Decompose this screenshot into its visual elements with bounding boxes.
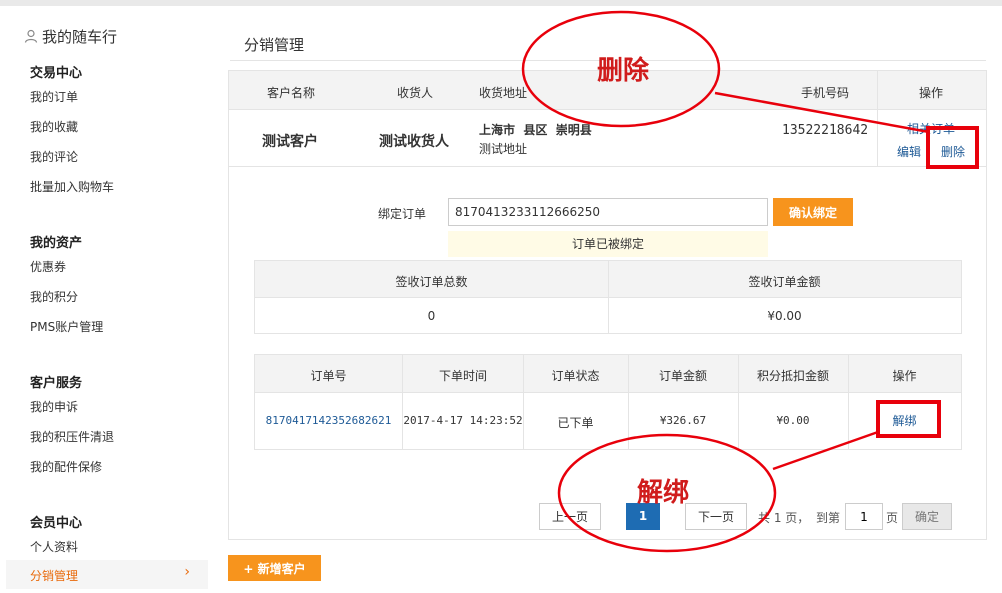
next-page-button[interactable]: 下一页	[685, 503, 747, 530]
sidebar-heading-assets: 我的资产	[30, 236, 83, 251]
customer-name: 测试客户	[262, 134, 318, 150]
goto-page-text: 到第	[816, 511, 841, 525]
address-region: 上海市 县区 崇明县	[479, 123, 592, 137]
bind-order-label: 绑定订单	[378, 207, 427, 221]
sidebar-item-distribution[interactable]: 分销管理 ›	[6, 560, 208, 589]
column-divider	[848, 355, 849, 449]
prev-page-button[interactable]: 上一页	[539, 503, 601, 530]
phone-number: 13522218642	[782, 123, 869, 138]
goto-page-ok-button[interactable]: 确定	[902, 503, 952, 530]
orders-table: 订单号 下单时间 订单状态 订单金额 积分抵扣金额 操作 81704171423…	[254, 354, 962, 450]
sidebar: 我的随车行 交易中心 我的订单 我的收藏 我的评论 批量加入购物车 我的资产 优…	[6, 6, 208, 593]
sidebar-item-warranty[interactable]: 我的配件保修	[30, 458, 102, 475]
sidebar-item-overstock[interactable]: 我的积压件清退	[30, 428, 114, 445]
unbind-annotation-label: 解绑	[637, 478, 690, 508]
signed-amount-value: ¥0.00	[767, 309, 802, 323]
orders-header: 订单号 下单时间 订单状态 订单金额 积分抵扣金额 操作	[255, 355, 961, 393]
add-customer-button[interactable]: + 新增客户	[228, 555, 321, 581]
sidebar-item-profile[interactable]: 个人资料	[30, 538, 78, 555]
header-points-deduction: 积分抵扣金额	[756, 369, 829, 383]
delete-annotation-label: 删除	[597, 56, 650, 86]
sidebar-title: 我的随车行	[24, 26, 117, 47]
header-signed-count: 签收订单总数	[395, 275, 468, 289]
chevron-right-icon: ›	[184, 564, 190, 580]
order-amount: ¥326.67	[659, 414, 707, 427]
summary-table: 签收订单总数 签收订单金额 0 ¥0.00	[254, 260, 962, 334]
sidebar-item-my-orders[interactable]: 我的订单	[30, 88, 78, 105]
points-deduction: ¥0.00	[776, 414, 810, 427]
header-order-no: 订单号	[310, 369, 347, 383]
sidebar-item-bulk-cart[interactable]: 批量加入购物车	[30, 178, 114, 195]
column-divider	[628, 355, 629, 449]
header-order-amount: 订单金额	[658, 369, 707, 383]
order-number-link[interactable]: 8170417142352682621	[255, 414, 402, 427]
sidebar-heading-member: 会员中心	[30, 516, 83, 531]
order-status: 已下单	[557, 416, 594, 430]
column-divider	[402, 355, 403, 449]
receiver-name: 测试收货人	[379, 134, 449, 150]
header-order-time: 下单时间	[438, 369, 487, 383]
sidebar-item-reviews[interactable]: 我的评论	[30, 148, 78, 165]
total-pages-text: 共 1 页，	[758, 511, 810, 525]
sidebar-item-pms-account[interactable]: PMS账户管理	[30, 318, 103, 335]
sidebar-item-favorites[interactable]: 我的收藏	[30, 118, 78, 135]
sidebar-item-label: 分销管理	[30, 569, 79, 583]
address-detail: 测试地址	[479, 142, 528, 156]
sidebar-item-coupons[interactable]: 优惠券	[30, 258, 66, 275]
sidebar-item-appeals[interactable]: 我的申诉	[30, 398, 78, 415]
bind-order-input[interactable]	[448, 198, 768, 226]
user-icon	[24, 29, 38, 43]
order-time: 2017-4-17 14:23:52	[403, 414, 523, 427]
page-unit-text: 页	[886, 511, 899, 525]
header-order-status: 订单状态	[551, 369, 600, 383]
header-address: 收货地址	[479, 86, 528, 100]
header-order-actions: 操作	[892, 369, 917, 383]
confirm-bind-button[interactable]: 确认绑定	[773, 198, 853, 226]
header-actions: 操作	[919, 86, 944, 100]
bind-status-message: 订单已被绑定	[448, 231, 768, 257]
delete-highlight-box	[926, 126, 979, 169]
sidebar-item-points[interactable]: 我的积分	[30, 288, 78, 305]
column-divider	[523, 355, 524, 449]
header-phone: 手机号码	[801, 86, 850, 100]
signed-count-value: 0	[427, 309, 436, 323]
unbind-highlight-box	[876, 400, 941, 438]
table-row: 测试客户 测试收货人 上海市 县区 崇明县 测试地址 13522218642 相…	[229, 111, 986, 167]
header-customer-name: 客户名称	[267, 86, 316, 100]
edit-link[interactable]: 编辑	[897, 143, 921, 160]
goto-page-input[interactable]	[845, 503, 883, 530]
header-signed-amount: 签收订单金额	[748, 275, 821, 289]
header-receiver: 收货人	[397, 86, 434, 100]
column-divider	[738, 355, 739, 449]
sidebar-heading-service: 客户服务	[30, 376, 83, 391]
sidebar-heading-trade: 交易中心	[30, 66, 83, 81]
page-title: 分销管理	[244, 36, 305, 54]
